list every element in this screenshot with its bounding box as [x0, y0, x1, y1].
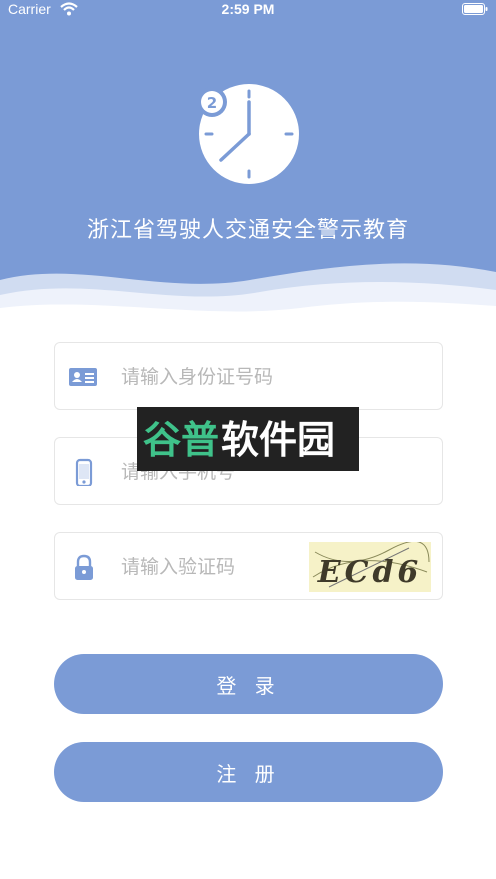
header-waves [0, 263, 496, 320]
verification-code-field[interactable]: ECd6 [54, 532, 443, 600]
captcha-image[interactable]: ECd6 [309, 542, 431, 592]
register-button[interactable]: 注 册 [54, 742, 443, 802]
id-card-icon [69, 368, 97, 386]
clock-badge: 2 [207, 94, 217, 112]
clock-icon: 2 [197, 84, 299, 184]
captcha-text: ECd6 [317, 555, 423, 590]
svg-text:谷普: 谷普 [143, 418, 219, 462]
watermark-logo: 谷普 软件园 [137, 407, 359, 471]
id-number-input[interactable] [121, 360, 351, 394]
status-time: 2:59 PM [221, 1, 275, 17]
login-button[interactable]: 登 录 [54, 654, 443, 714]
svg-text:软件园: 软件园 [221, 418, 335, 462]
battery-icon [462, 3, 488, 15]
app-title: 浙江省驾驶人交通安全警示教育 [86, 218, 409, 243]
id-number-field[interactable] [54, 342, 443, 410]
status-bar: Carrier 2:59 PM [0, 0, 496, 20]
lock-icon [75, 554, 93, 580]
verification-code-input[interactable] [121, 550, 301, 584]
phone-icon [75, 458, 93, 486]
watermark-logo-image: 谷普 软件园 [137, 407, 359, 471]
